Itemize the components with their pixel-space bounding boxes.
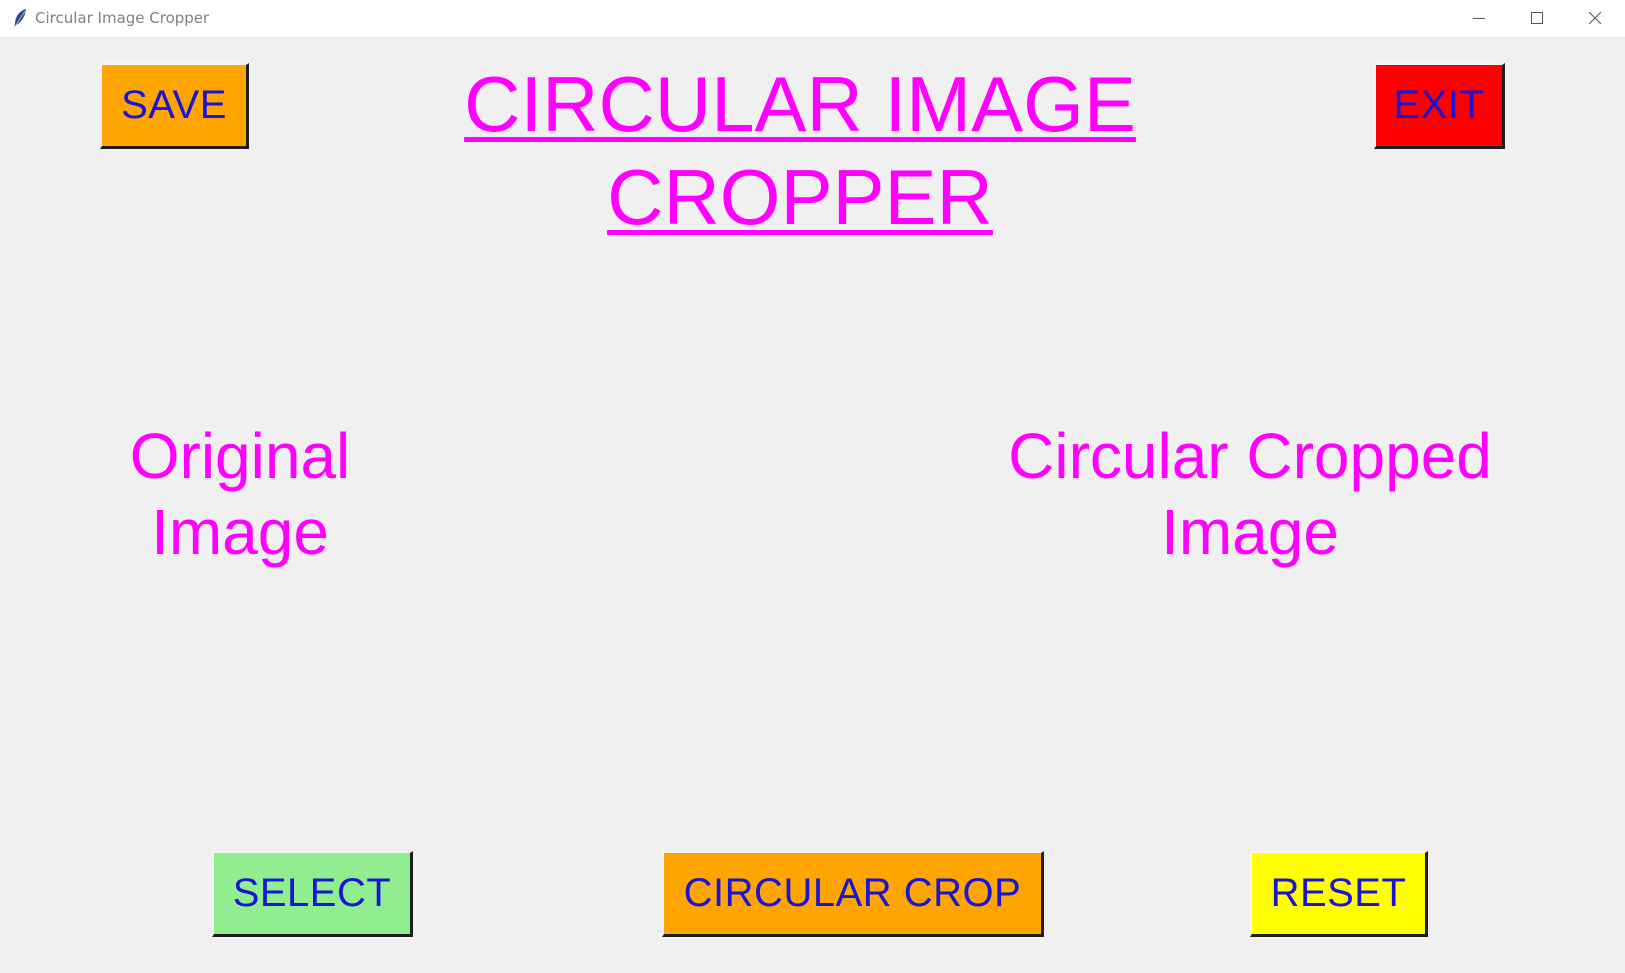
exit-button[interactable]: EXIT: [1374, 63, 1505, 149]
original-image-label: Original Image: [129, 420, 351, 568]
select-button[interactable]: SELECT: [212, 851, 413, 937]
window-title: Circular Image Cropper: [35, 9, 210, 27]
maximize-button[interactable]: [1508, 0, 1566, 37]
save-button[interactable]: SAVE: [100, 63, 249, 149]
close-icon: [1589, 12, 1601, 24]
minimize-icon: [1473, 18, 1485, 19]
feather-icon: [12, 8, 28, 28]
app-window: Circular Image Cropper SAVE CIRCULAR IMA…: [0, 0, 1625, 973]
minimize-button[interactable]: [1450, 0, 1508, 37]
page-title: CIRCULAR IMAGE CROPPER: [464, 60, 1136, 241]
maximize-icon: [1531, 12, 1543, 24]
reset-button[interactable]: RESET: [1250, 851, 1428, 937]
cropped-image-label: Circular Cropped Image: [1008, 420, 1492, 568]
close-button[interactable]: [1566, 0, 1624, 37]
title-bar[interactable]: Circular Image Cropper: [0, 0, 1625, 38]
circular-crop-button[interactable]: CIRCULAR CROP: [662, 851, 1044, 937]
